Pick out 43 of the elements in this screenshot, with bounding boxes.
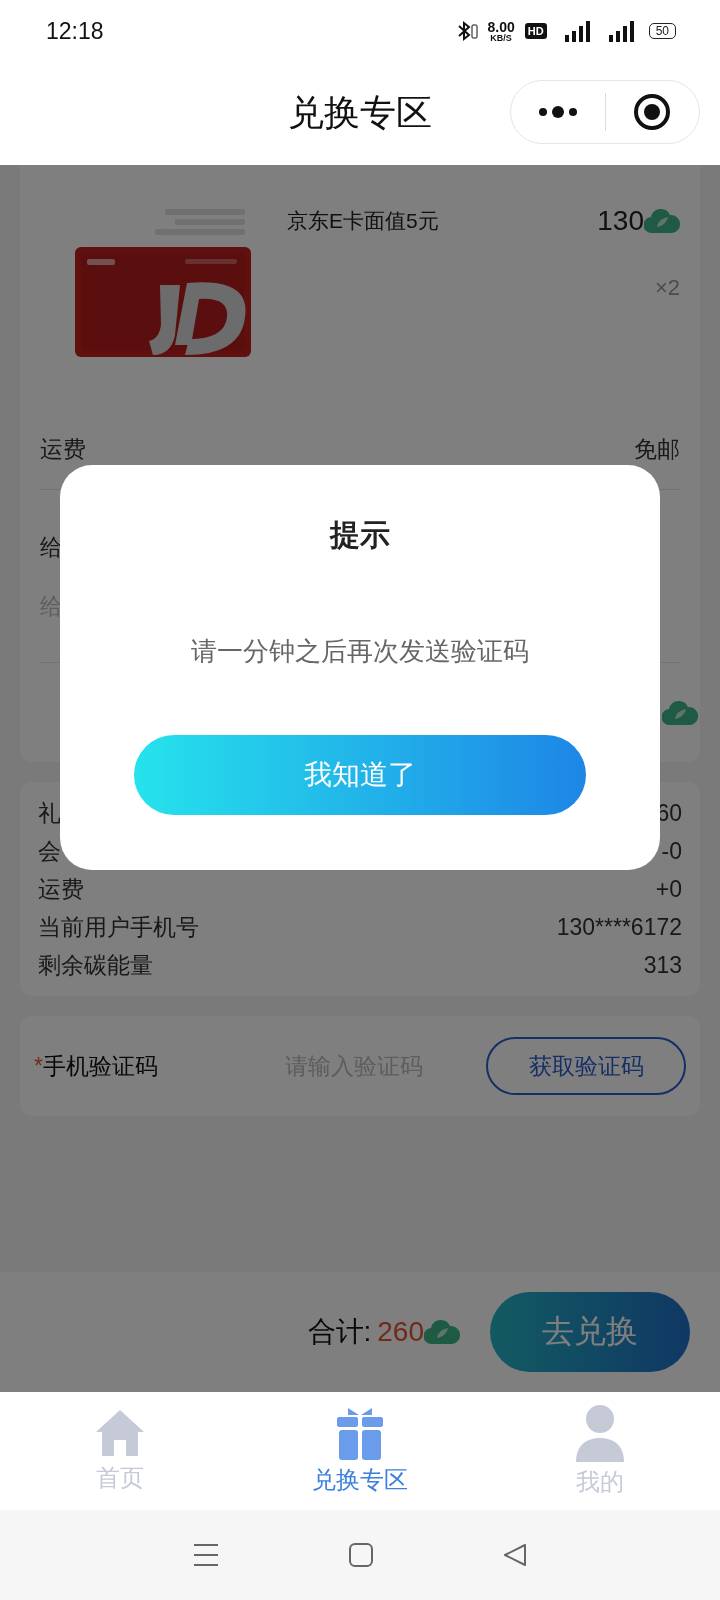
tab-item[interactable]: 兑换专区 bbox=[240, 1392, 480, 1510]
summary-value: 313 bbox=[643, 951, 682, 979]
summary-label: 礼 bbox=[38, 798, 61, 828]
verify-label: 手机验证码 bbox=[42, 1051, 159, 1081]
tab-item[interactable]: 首页 bbox=[0, 1392, 240, 1510]
total-label: 合计: bbox=[307, 1315, 372, 1349]
dialog-title: 提示 bbox=[330, 517, 390, 553]
tab-item[interactable]: 我的 bbox=[480, 1392, 720, 1510]
shipping-value: 免邮 bbox=[634, 435, 680, 464]
user-icon bbox=[574, 1404, 626, 1462]
summary-value: +0 bbox=[655, 875, 682, 903]
summary-value: -0 bbox=[661, 837, 682, 865]
summary-value: 130****6172 bbox=[556, 913, 682, 941]
summary-label: 当前用户手机号 bbox=[38, 912, 199, 942]
network-speed: 8.00 bbox=[487, 19, 515, 34]
home-square-icon[interactable] bbox=[349, 1543, 373, 1567]
leaf-cloud-icon bbox=[662, 699, 698, 726]
product-price: 130 bbox=[597, 205, 644, 237]
battery-level: 50 bbox=[648, 23, 676, 39]
summary-label: 运费 bbox=[38, 874, 84, 904]
shipping-label: 运费 bbox=[40, 435, 86, 464]
confirm-button[interactable]: 我知道了 bbox=[134, 735, 586, 815]
gift-icon bbox=[337, 1406, 383, 1460]
status-time: 12:18 bbox=[46, 17, 104, 45]
page-title: 兑换专区 bbox=[288, 91, 432, 135]
home-icon bbox=[94, 1408, 146, 1458]
leaf-cloud-icon bbox=[424, 1319, 460, 1345]
dialog-message: 请一分钟之后再次发送验证码 bbox=[191, 635, 529, 668]
total-value: 260 bbox=[377, 1316, 424, 1348]
required-mark: * bbox=[34, 1052, 43, 1080]
summary-label: 会 bbox=[38, 836, 61, 866]
get-code-button[interactable]: 获取验证码 bbox=[486, 1037, 686, 1095]
leaf-cloud-icon bbox=[644, 208, 680, 234]
product-title: 京东E卡面值5元 bbox=[287, 208, 439, 234]
redeem-button[interactable]: 去兑换 bbox=[490, 1292, 690, 1372]
close-target-icon[interactable] bbox=[633, 93, 672, 131]
message-label: 给 bbox=[40, 533, 63, 562]
speed-unit: KB/S bbox=[490, 33, 512, 43]
menu-icon[interactable] bbox=[193, 1543, 219, 1567]
summary-label: 剩余碳能量 bbox=[38, 950, 153, 980]
hd-badge: HD bbox=[524, 23, 547, 39]
more-icon[interactable] bbox=[537, 106, 578, 118]
back-icon[interactable] bbox=[503, 1543, 527, 1567]
